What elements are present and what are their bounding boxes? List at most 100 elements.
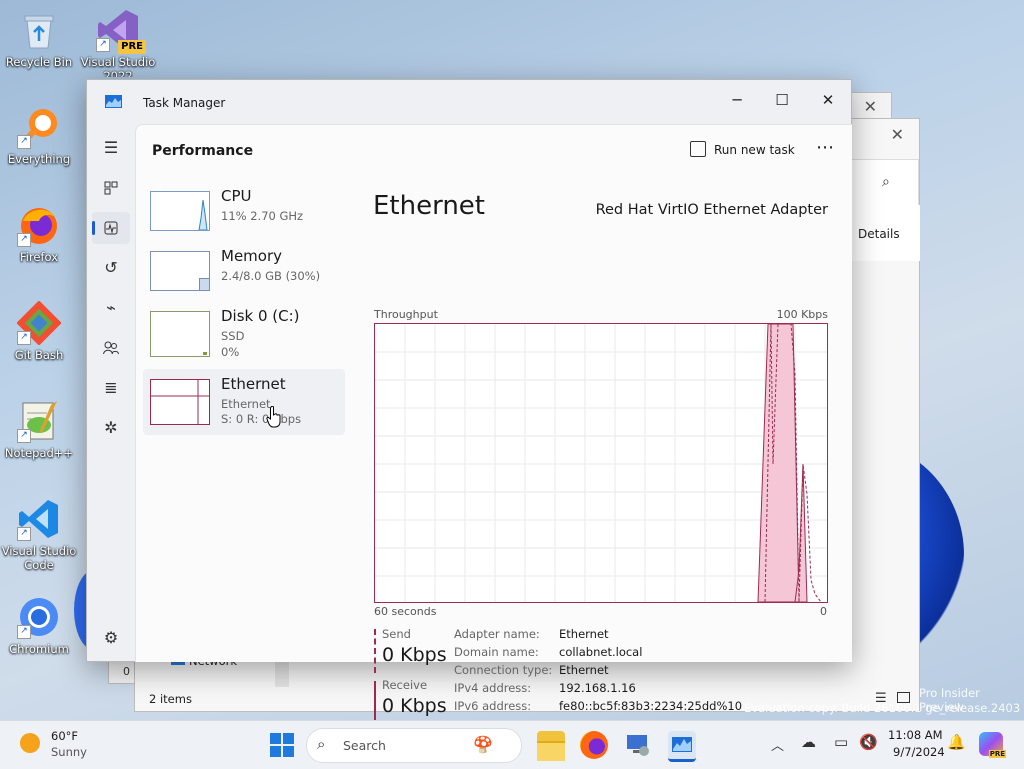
maximize-button[interactable]: ☐ <box>759 86 805 114</box>
search-icon: ⌕ <box>882 174 890 190</box>
vscode-icon: ↗ <box>17 497 61 541</box>
perf-item-cpu[interactable]: CPU 11% 2.70 GHz <box>143 185 345 249</box>
property-key: Adapter name: <box>454 627 540 641</box>
network-status-icon[interactable]: ▭ <box>834 733 848 751</box>
watermark-line-2: Evaluation copy. Build 26100.1 ge_releas… <box>744 701 1020 715</box>
shortcut-arrow-icon: ↗ <box>17 331 31 345</box>
desktop-icon-label: Firefox <box>19 250 59 264</box>
desktop-icon-label: Visual Studio <box>1 544 77 558</box>
weather-temperature[interactable]: 60°F <box>51 729 78 743</box>
close-icon[interactable]: ✕ <box>891 125 904 144</box>
property-value: Ethernet <box>559 627 609 641</box>
desktop-icon-firefox[interactable]: ↗ Firefox <box>1 203 77 264</box>
search-icon: ⌕ <box>317 735 326 753</box>
perf-item-disk[interactable]: Disk 0 (C:) SSD 0% <box>143 305 345 369</box>
graph-label: Throughput <box>374 308 438 321</box>
property-value: Ethernet <box>559 663 609 677</box>
task-manager-taskbar-icon[interactable] <box>668 731 696 762</box>
file-explorer-icon[interactable] <box>537 731 565 761</box>
property-value: collabnet.local <box>559 645 643 659</box>
perf-item-name: Memory <box>221 247 283 265</box>
minimize-button[interactable]: ─ <box>714 86 760 114</box>
weather-description[interactable]: Sunny <box>51 745 87 759</box>
search-highlight-icon: 🍄 <box>473 735 493 754</box>
close-icon[interactable]: ✕ <box>864 97 877 116</box>
taskbar: 60°F Sunny ⌕ Search 🍄 ︿ ☁ ▭ 🔇 11:08 AM 9… <box>0 720 1024 769</box>
search-placeholder: Search <box>343 738 386 753</box>
git-bash-icon: ↗ <box>16 300 62 346</box>
perf-item-memory[interactable]: Memory 2.4/8.0 GB (30%) <box>143 245 345 309</box>
receive-value: 0 Kbps <box>382 695 447 717</box>
close-button[interactable]: ✕ <box>805 86 851 114</box>
desktop-icon-label: Git Bash <box>14 348 64 362</box>
graph-x-right-label: 0 <box>820 605 827 618</box>
shortcut-arrow-icon: ↗ <box>17 527 31 541</box>
firefox-icon: ↗ <box>17 203 61 247</box>
details-pane: Details <box>851 205 920 261</box>
memory-thumbnail-graph <box>150 251 210 291</box>
task-manager-window[interactable]: Task Manager ─ ☐ ✕ ☰ ↺ ⌁ ≣ ✲ ⚙ Performan… <box>86 79 852 725</box>
details-list-icon[interactable]: ≣ <box>92 372 130 404</box>
run-new-task-button[interactable]: Run new task <box>690 141 795 157</box>
more-options-button[interactable]: ⋯ <box>816 137 835 158</box>
startup-apps-icon[interactable]: ⌁ <box>92 292 130 324</box>
desktop-icon-git-bash[interactable]: ↗ Git Bash <box>1 300 77 362</box>
property-value: fe80::bc5f:83b3:2234:25dd%10 <box>559 699 743 713</box>
desktop-icon-vscode[interactable]: ↗ Visual Studio Code <box>1 497 77 572</box>
sun-weather-icon[interactable] <box>20 733 40 753</box>
hamburger-menu-icon[interactable]: ☰ <box>92 132 130 164</box>
window-title: Task Manager <box>143 96 226 110</box>
firefox-taskbar-icon[interactable] <box>580 731 608 759</box>
preview-badge: PRE <box>118 40 146 54</box>
nav-sidebar: ☰ ↺ ⌁ ≣ ✲ ⚙ <box>87 124 135 661</box>
details-tab[interactable]: Details <box>858 227 900 241</box>
chevron-up-icon[interactable]: ︿ <box>771 735 784 754</box>
title-bar[interactable]: Task Manager ─ ☐ ✕ <box>87 80 851 124</box>
property-key: Domain name: <box>454 645 539 659</box>
desktop-icon-visual-studio[interactable]: PRE ↗ Visual Studio 2022 Preview <box>80 8 156 77</box>
detail-title: Ethernet <box>373 191 485 221</box>
shortcut-arrow-icon: ↗ <box>17 233 31 247</box>
graph-max-label: 100 Kbps <box>776 308 828 321</box>
performance-icon[interactable] <box>92 212 130 244</box>
desktop-icon-recycle-bin[interactable]: Recycle Bin <box>1 8 77 69</box>
shortcut-arrow-icon: ↗ <box>17 135 31 149</box>
visual-studio-icon: PRE ↗ <box>96 8 146 54</box>
desktop-icon-chromium[interactable]: ↗ Chromium <box>1 595 77 656</box>
clock-date[interactable]: 9/7/2024 <box>893 745 945 759</box>
performance-page: Performance Run new task ⋯ CPU 11% 2.70 … <box>135 124 852 725</box>
shortcut-arrow-icon: ↗ <box>17 625 31 639</box>
desktop-icon-label: Everything <box>7 152 71 166</box>
cloud-off-icon[interactable]: ☁ <box>801 733 816 751</box>
users-icon[interactable] <box>92 332 130 364</box>
everything-search-icon: ↗ <box>17 105 61 149</box>
property-value: 192.168.1.16 <box>559 681 636 695</box>
copilot-icon[interactable]: PRE <box>979 732 1006 758</box>
hand-cursor-icon <box>266 405 282 431</box>
app-history-icon[interactable]: ↺ <box>92 252 130 284</box>
desktop-icon-everything[interactable]: ↗ Everything <box>1 105 77 166</box>
desktop-icon-label: Chromium <box>9 642 69 656</box>
receive-indicator <box>374 681 376 725</box>
volume-muted-icon[interactable]: 🔇 <box>859 733 878 751</box>
cpu-thumbnail-graph <box>150 191 210 231</box>
search-field[interactable]: ⌕ <box>851 159 919 207</box>
remote-desktop-icon[interactable] <box>624 731 652 759</box>
perf-item-detail: 11% 2.70 GHz <box>221 209 304 223</box>
throughput-graph <box>374 323 828 603</box>
processes-icon[interactable] <box>92 172 130 204</box>
send-label: Send <box>382 627 411 641</box>
clock-time[interactable]: 11:08 AM <box>888 728 943 742</box>
desktop-icon-notepad-plus-plus[interactable]: ↗ Notepad++ <box>1 399 77 460</box>
settings-gear-icon[interactable]: ⚙ <box>92 622 130 654</box>
property-key: IPv4 address: <box>454 681 532 695</box>
start-button[interactable] <box>270 733 294 760</box>
taskbar-search-box[interactable]: ⌕ Search 🍄 <box>306 728 522 763</box>
perf-item-name: Disk 0 (C:) <box>221 307 300 325</box>
notification-bell-icon[interactable]: 🔔 <box>947 733 966 751</box>
desktop-icon-label-line2: 2022 Preview <box>103 69 133 77</box>
perf-item-detail-2: S: 0 R: 0 Kbps <box>221 412 302 426</box>
property-key: Connection type: <box>454 663 553 677</box>
services-icon[interactable]: ✲ <box>92 412 130 444</box>
perf-item-ethernet[interactable]: Ethernet Ethernet S: 0 R: 0 Kbps <box>143 369 345 435</box>
